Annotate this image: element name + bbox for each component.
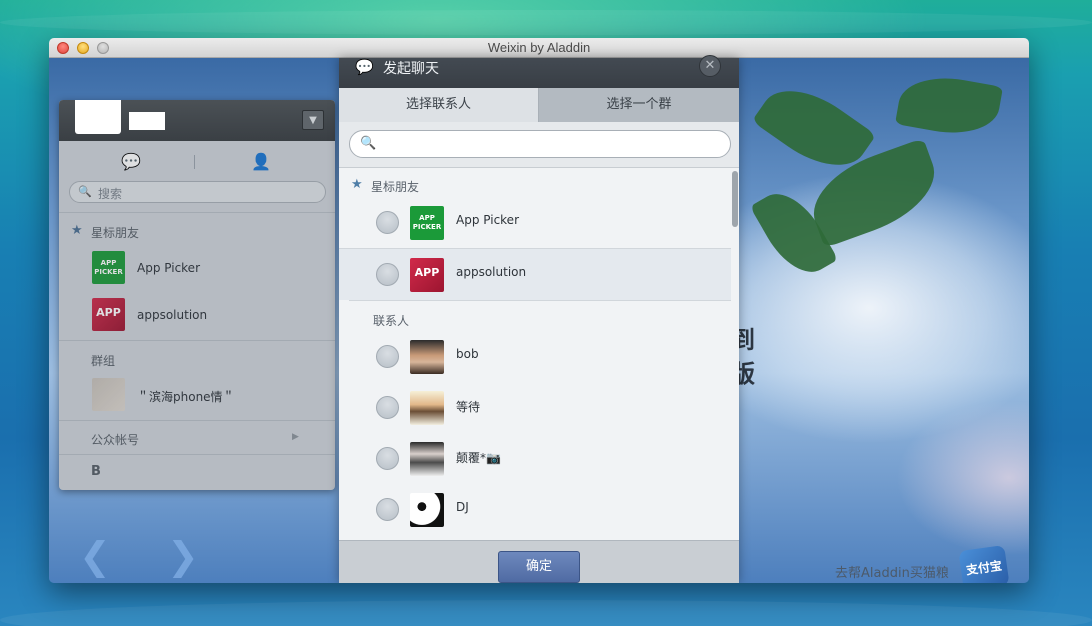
contacts-sidebar: ▼ 💬 👤 🔍 搜索 ★ 星标朋友 APP PICKER App Picker A… (59, 100, 335, 490)
previous-arrow-icon[interactable]: ❮ (79, 534, 111, 578)
search-icon: 🔍 (360, 136, 377, 151)
close-icon[interactable]: ✕ (699, 55, 721, 77)
divider (349, 300, 731, 301)
list-item[interactable]: bob (339, 331, 731, 382)
avatar (410, 391, 444, 425)
promo-link[interactable]: 去帮Aladdin买猫粮 (835, 562, 949, 581)
tab-select-group[interactable]: 选择一个群 (539, 88, 739, 122)
select-radio[interactable] (376, 263, 399, 286)
list-item[interactable]: APP appsolution (339, 249, 731, 300)
avatar[interactable] (75, 100, 121, 134)
contact-name: DJ (456, 500, 469, 514)
dialog-section-contacts: 联系人 (373, 314, 410, 328)
dialog-tabs: 选择联系人 选择一个群 (339, 88, 739, 122)
contact-name: App Picker (456, 213, 519, 227)
dialog-search-input[interactable]: 🔍 (349, 130, 731, 158)
sidebar-dim-overlay (59, 141, 335, 490)
contact-name: bob (456, 347, 479, 361)
avatar (410, 340, 444, 374)
app-picker-logo-icon: APP PICKER (410, 206, 444, 240)
list-item[interactable]: 等待 (339, 382, 731, 433)
tab-select-contacts[interactable]: 选择联系人 (339, 88, 539, 122)
app-window: Weixin by Aladdin 到 版 ❮ ❯ 去帮Aladdin买猫粮 支… (49, 38, 1029, 583)
list-item[interactable]: APP PICKER App Picker (339, 197, 731, 248)
select-radio[interactable] (376, 396, 399, 419)
zoom-window-button[interactable] (97, 42, 109, 54)
dialog-header: 💬 发起聊天 ✕ (339, 55, 739, 88)
chevron-down-icon[interactable]: ▼ (302, 110, 324, 130)
window-title: Weixin by Aladdin (487, 40, 591, 55)
title-bar[interactable]: Weixin by Aladdin (49, 38, 1029, 58)
main-content: 到 版 ❮ ❯ 去帮Aladdin买猫粮 支付宝 ▼ 💬 👤 🔍 搜索 ★ 星标… (49, 55, 1029, 583)
start-chat-dialog: 💬 发起聊天 ✕ 选择联系人 选择一个群 🔍 ★ 星标朋友 APPPICKER (339, 55, 739, 583)
star-icon: ★ (351, 177, 363, 192)
list-item[interactable]: 颠覆*📷 (339, 433, 731, 484)
leaf-decoration (894, 69, 1004, 142)
profile-name (129, 112, 165, 130)
avatar (410, 442, 444, 476)
minimize-window-button[interactable] (77, 42, 89, 54)
dialog-search-area: 🔍 (339, 122, 739, 168)
dialog-footer: 确定 (339, 540, 739, 583)
scrollbar[interactable] (732, 171, 738, 227)
contact-list: ★ 星标朋友 APP PICKER App Picker APP appsolut… (339, 169, 739, 540)
select-radio[interactable] (376, 447, 399, 470)
avatar (410, 493, 444, 527)
select-radio[interactable] (376, 345, 399, 368)
contact-name: 颠覆*📷 (456, 451, 501, 465)
contact-name: 等待 (456, 400, 481, 414)
chat-bubble-icon: 💬 (355, 58, 374, 76)
appsolution-logo-icon: APP (410, 258, 444, 292)
next-arrow-icon[interactable]: ❯ (167, 534, 199, 578)
confirm-button[interactable]: 确定 (498, 551, 580, 583)
dialog-section-starred: 星标朋友 (371, 180, 420, 194)
select-radio[interactable] (376, 498, 399, 521)
close-window-button[interactable] (57, 42, 69, 54)
contact-name: appsolution (456, 265, 527, 279)
list-item[interactable]: DJ (339, 484, 731, 535)
alipay-icon[interactable]: 支付宝 (958, 544, 1010, 583)
profile-header: ▼ (59, 100, 335, 141)
dialog-title: 发起聊天 (383, 61, 439, 77)
select-radio[interactable] (376, 211, 399, 234)
